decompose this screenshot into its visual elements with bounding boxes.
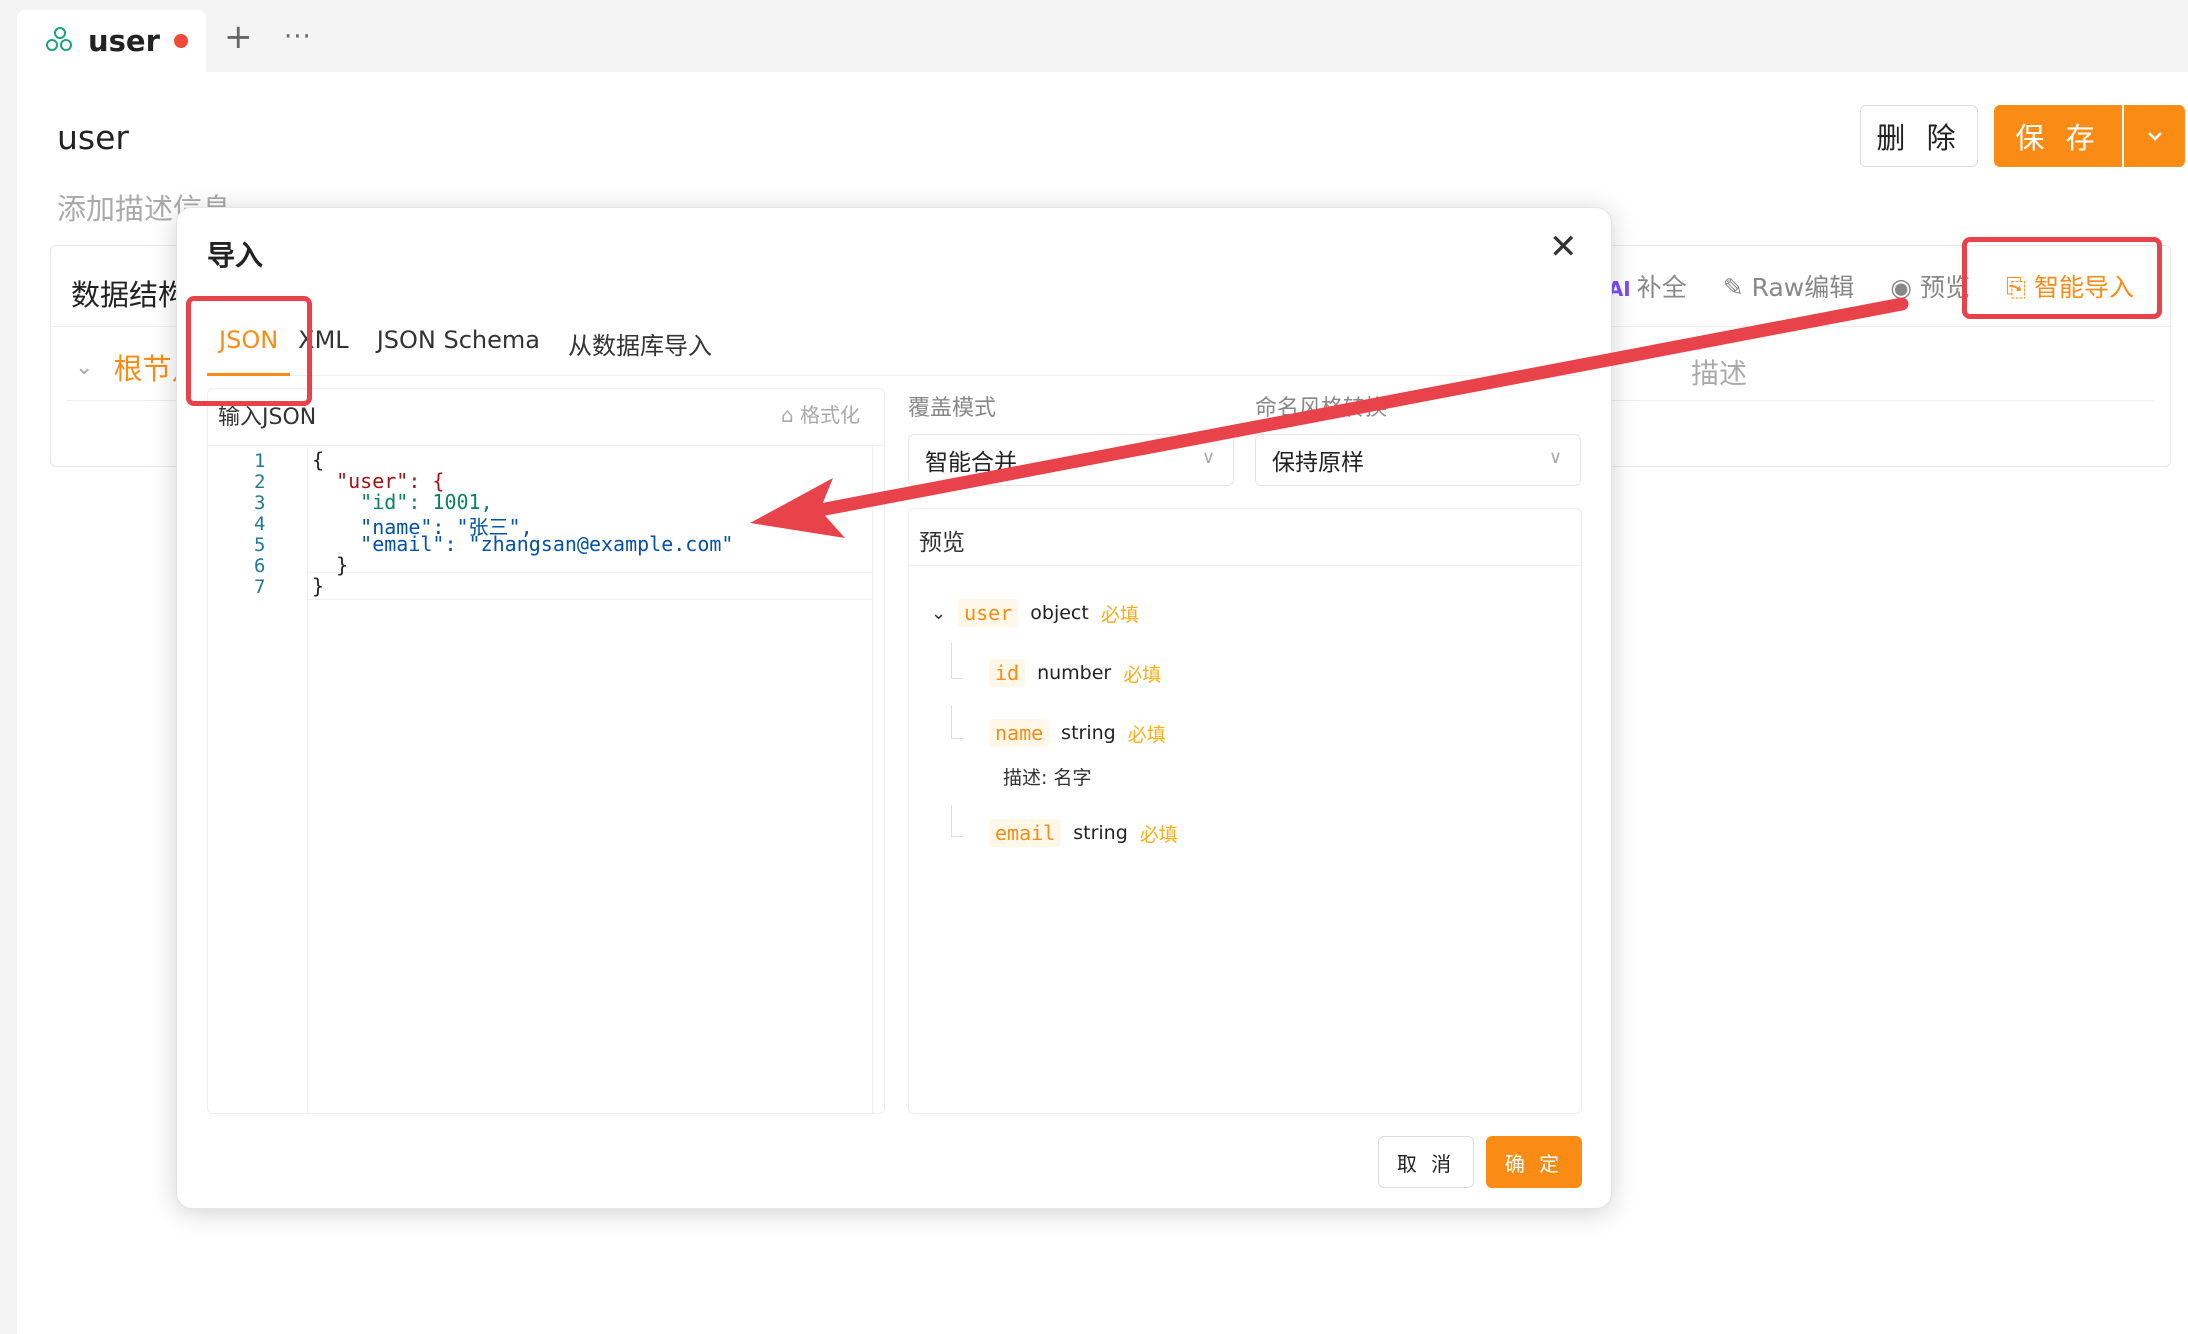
more-icon[interactable]: ··· bbox=[284, 22, 312, 52]
save-button[interactable]: 保 存 bbox=[1994, 105, 2122, 167]
current-line-highlight bbox=[308, 572, 872, 600]
tree-connector bbox=[951, 805, 963, 837]
tab-json-schema[interactable]: JSON Schema bbox=[369, 320, 560, 376]
divider bbox=[909, 565, 1581, 566]
required-badge: 必填 bbox=[1139, 823, 1178, 846]
tab-database-import[interactable]: 从数据库导入 bbox=[560, 320, 732, 376]
save-button-group: 保 存 bbox=[1994, 105, 2185, 167]
chevron-down-icon[interactable]: ⌄ bbox=[931, 603, 946, 624]
code-line: } bbox=[312, 574, 325, 598]
tree-connector bbox=[951, 643, 963, 679]
field-key: user bbox=[958, 599, 1019, 627]
tree-row-child[interactable]: id number 必填 bbox=[989, 659, 1161, 687]
required-badge: 必填 bbox=[1100, 603, 1139, 626]
annotation-box-json-tab bbox=[186, 296, 312, 406]
tree-row-child[interactable]: email string 必填 bbox=[989, 819, 1178, 847]
line-number-gutter: 1 2 3 4 5 6 7 bbox=[208, 446, 308, 1113]
structure-title: 数据结构 bbox=[71, 278, 188, 312]
code-line: "email": "zhangsan@example.com" bbox=[312, 532, 734, 556]
required-badge: 必填 bbox=[1123, 663, 1162, 686]
ai-complete-button[interactable]: AI 补全 bbox=[1608, 268, 1687, 304]
raw-edit-button[interactable]: ✎ Raw编辑 bbox=[1723, 268, 1855, 304]
description-column-header: 描述 bbox=[1691, 357, 1748, 390]
pencil-icon: ✎ bbox=[1722, 273, 1752, 302]
overwrite-mode-select[interactable]: 智能合并 ∨ bbox=[908, 434, 1234, 486]
field-key: id bbox=[989, 659, 1026, 687]
cancel-button[interactable]: 取 消 bbox=[1378, 1136, 1474, 1188]
line-number: 3 bbox=[254, 492, 266, 514]
line-number: 6 bbox=[254, 555, 266, 577]
close-icon[interactable]: ✕ bbox=[1549, 230, 1578, 264]
tab-bar: user + ··· bbox=[0, 0, 2188, 72]
format-button[interactable]: ⌂ 格式化 bbox=[781, 399, 860, 428]
format-icon: ⌂ bbox=[780, 403, 800, 427]
editor-scrollbar[interactable] bbox=[872, 446, 884, 1113]
field-type: number bbox=[1037, 662, 1112, 684]
annotation-box-smart-import bbox=[1962, 237, 2162, 319]
tab-label: user bbox=[88, 24, 160, 58]
line-number: 1 bbox=[254, 450, 266, 472]
naming-style-value: 保持原样 bbox=[1272, 450, 1364, 476]
confirm-button[interactable]: 确 定 bbox=[1486, 1136, 1582, 1188]
delete-button[interactable]: 删 除 bbox=[1860, 105, 1978, 167]
preview-panel: 预览 ⌄ user object 必填 id number 必填 name st… bbox=[908, 508, 1582, 1114]
import-tabs: JSON XML JSON Schema 从数据库导入 bbox=[207, 320, 1581, 376]
format-label: 格式化 bbox=[800, 403, 860, 427]
unsaved-dot-icon bbox=[173, 34, 188, 48]
chevron-down-icon: ∨ bbox=[1548, 447, 1562, 468]
naming-style-label: 命名风格转换 bbox=[1255, 396, 1388, 421]
preview-button[interactable]: ◉ 预览 bbox=[1890, 268, 1970, 304]
tree-row-root[interactable]: ⌄ user object 必填 bbox=[931, 599, 1139, 627]
json-editor-panel: 输入JSON ⌂ 格式化 1 2 3 4 5 6 7 { "user": { "… bbox=[207, 388, 885, 1114]
model-icon bbox=[46, 27, 74, 55]
add-tab-icon[interactable]: + bbox=[224, 20, 253, 54]
field-description: 描述: 名字 bbox=[1003, 767, 1092, 789]
line-number: 7 bbox=[254, 576, 266, 598]
preview-title: 预览 bbox=[919, 530, 965, 556]
overwrite-mode-value: 智能合并 bbox=[925, 450, 1017, 476]
json-code-editor[interactable]: 1 2 3 4 5 6 7 { "user": { "id": 1001, "n… bbox=[208, 445, 884, 1113]
chevron-down-icon[interactable]: ⌄ bbox=[75, 355, 93, 380]
page-title[interactable]: user bbox=[57, 118, 129, 157]
save-dropdown-button[interactable] bbox=[2124, 105, 2185, 167]
field-type: object bbox=[1030, 602, 1089, 624]
tab-user[interactable]: user bbox=[17, 10, 206, 72]
eye-icon: ◉ bbox=[1890, 273, 1921, 302]
modal-title: 导入 bbox=[207, 239, 264, 272]
field-key: name bbox=[989, 719, 1050, 747]
chevron-down-icon bbox=[2147, 132, 2162, 141]
overwrite-mode-label: 覆盖模式 bbox=[908, 396, 997, 421]
ai-complete-label: 补全 bbox=[1636, 273, 1687, 302]
line-number: 4 bbox=[254, 513, 266, 535]
chevron-down-icon: ∨ bbox=[1201, 447, 1215, 468]
naming-style-select[interactable]: 保持原样 ∨ bbox=[1255, 434, 1581, 486]
line-number: 2 bbox=[254, 471, 266, 493]
required-badge: 必填 bbox=[1127, 723, 1166, 746]
field-type: string bbox=[1061, 722, 1116, 744]
import-modal: 导入 ✕ JSON XML JSON Schema 从数据库导入 输入JSON … bbox=[176, 207, 1612, 1209]
field-key: email bbox=[989, 819, 1062, 847]
field-type: string bbox=[1073, 822, 1128, 844]
tree-row-child[interactable]: name string 必填 bbox=[989, 719, 1166, 747]
tree-connector bbox=[951, 705, 963, 739]
raw-edit-label: Raw编辑 bbox=[1751, 273, 1855, 302]
line-number: 5 bbox=[254, 534, 266, 556]
